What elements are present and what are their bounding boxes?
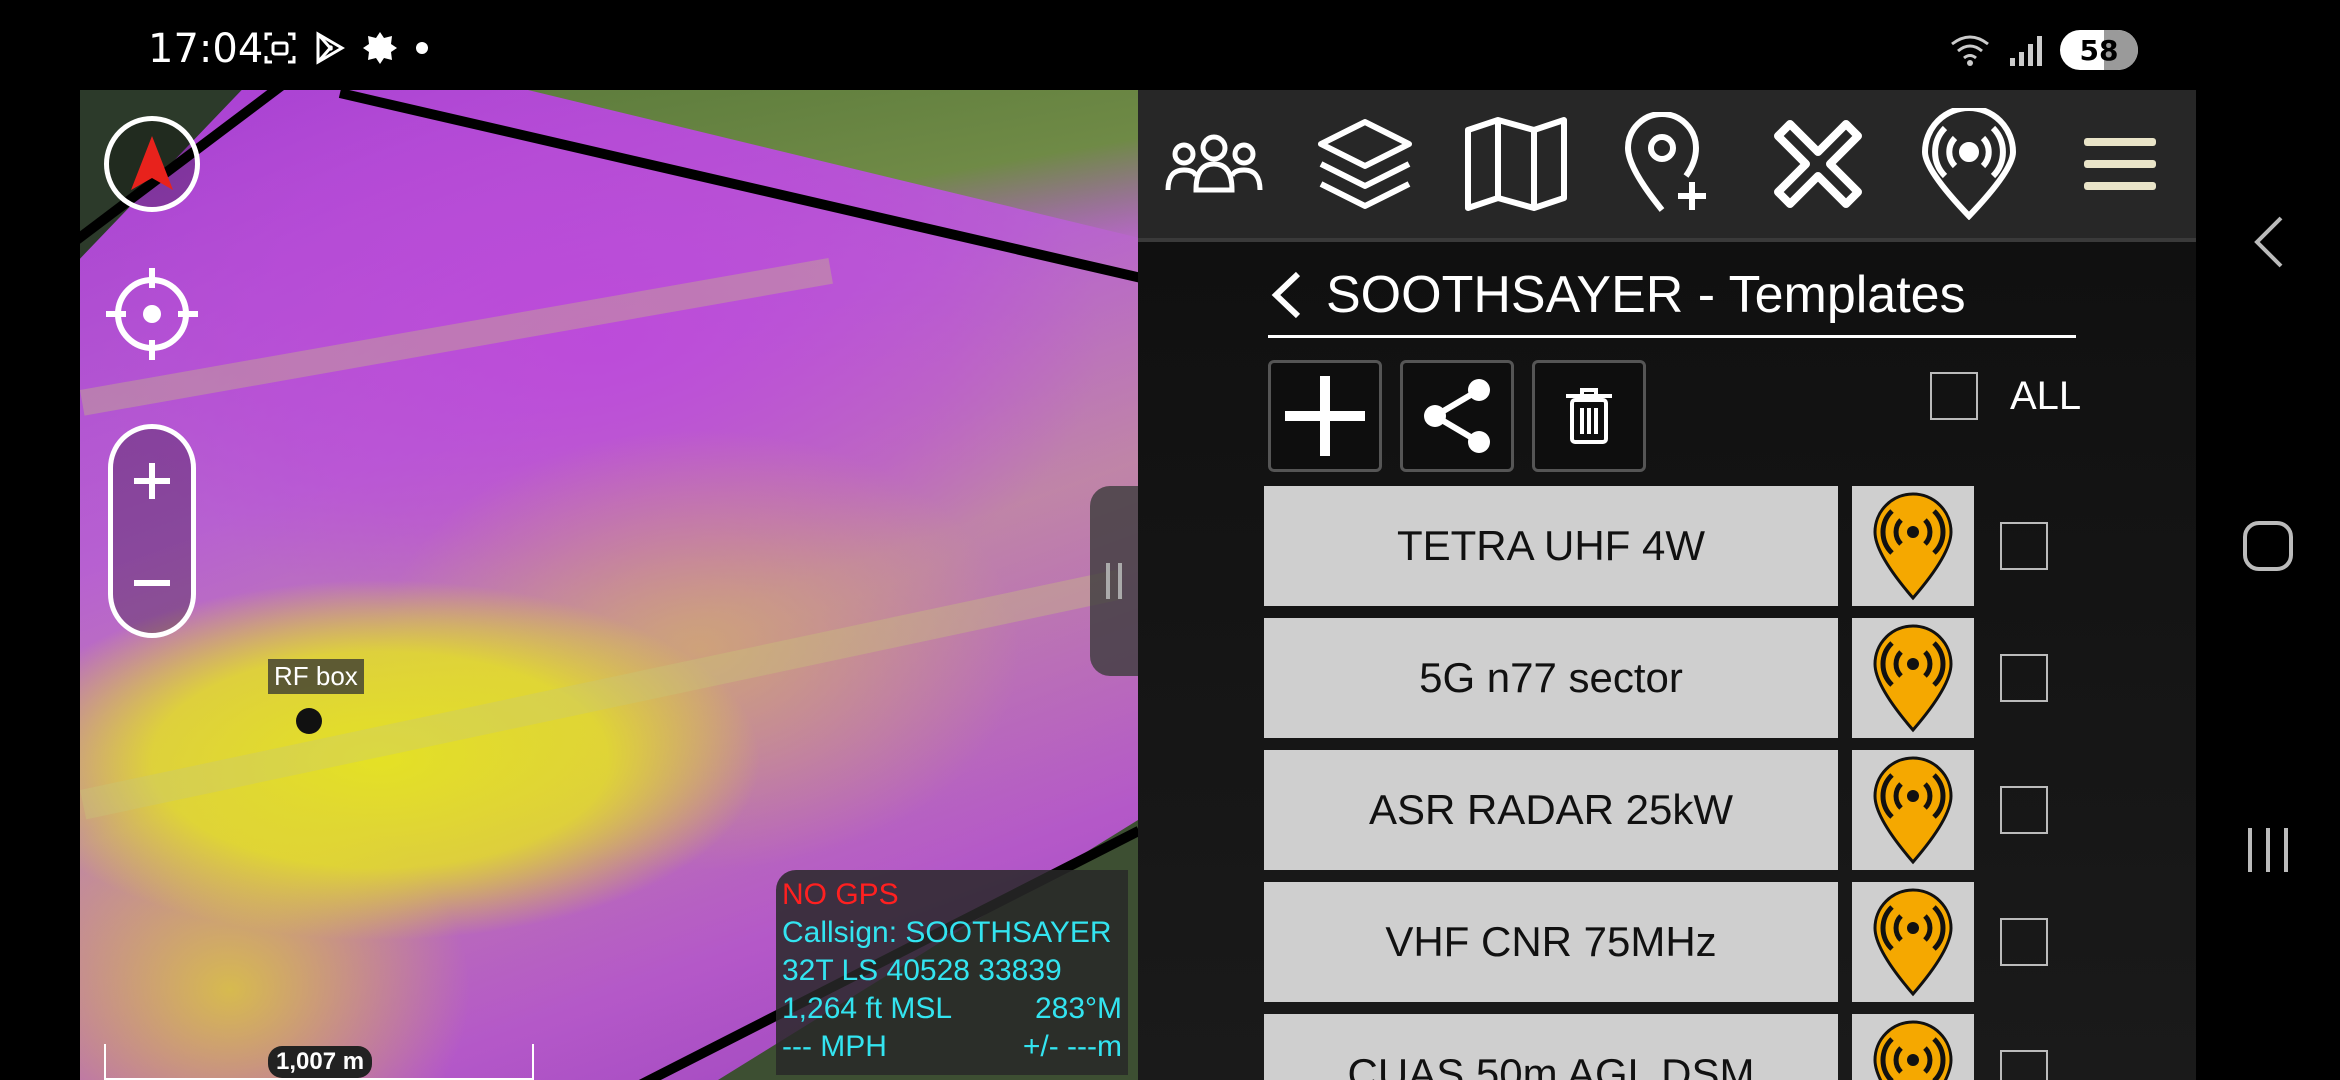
locate-button[interactable] bbox=[104, 266, 200, 362]
drag-handle-icon bbox=[1106, 563, 1122, 599]
speed: --- MPH bbox=[782, 1030, 887, 1063]
templates-panel: SOOTHSAYER - Templates ALL TETRA UHF 4W 5… bbox=[1138, 238, 2196, 1080]
template-checkbox[interactable] bbox=[2000, 522, 2048, 570]
zoom-control bbox=[108, 424, 196, 638]
play-store-icon bbox=[316, 31, 345, 65]
marker-label: RF box bbox=[268, 659, 364, 694]
signal-icon bbox=[2010, 36, 2042, 66]
plus-icon bbox=[1285, 376, 1365, 456]
template-checkbox[interactable] bbox=[2000, 786, 2048, 834]
minus-icon bbox=[134, 580, 170, 586]
navigation-bar bbox=[2196, 90, 2340, 1080]
add-point-icon bbox=[1624, 112, 1706, 212]
home-nav-icon bbox=[2243, 521, 2293, 571]
layers-button[interactable] bbox=[1289, 90, 1440, 238]
share-icon bbox=[1424, 379, 1490, 453]
rf-box-marker[interactable] bbox=[296, 708, 322, 734]
toolbar bbox=[1138, 90, 2196, 238]
template-name[interactable]: TETRA UHF 4W bbox=[1264, 486, 1838, 606]
plus-icon bbox=[134, 463, 170, 499]
select-all[interactable]: ALL bbox=[1930, 372, 2081, 420]
soothsayer-pin-icon bbox=[1873, 1020, 1953, 1080]
gps-status: NO GPS bbox=[782, 878, 899, 911]
select-all-checkbox[interactable] bbox=[1930, 372, 1978, 420]
heading: 283°M bbox=[1034, 992, 1122, 1025]
list-item[interactable]: VHF CNR 75MHz bbox=[1264, 882, 2048, 1002]
template-pin[interactable] bbox=[1852, 1014, 1974, 1080]
template-checkbox[interactable] bbox=[2000, 918, 2048, 966]
compass-button[interactable] bbox=[104, 116, 200, 212]
scale-bar: 1,007 m bbox=[104, 1044, 534, 1080]
mgrs-coordinate: 32T LS 40528 33839 bbox=[782, 954, 1062, 987]
crosshair-icon bbox=[106, 268, 198, 360]
trash-icon bbox=[1566, 388, 1612, 444]
share-button[interactable] bbox=[1400, 360, 1514, 472]
recents-nav-button[interactable] bbox=[2236, 818, 2300, 882]
template-pin[interactable] bbox=[1852, 618, 1974, 738]
select-all-label: ALL bbox=[2010, 373, 2082, 418]
template-pin[interactable] bbox=[1852, 486, 1974, 606]
map-area-outside bbox=[528, 90, 1138, 240]
layers-icon bbox=[1317, 119, 1412, 209]
soothsayer-pin-icon bbox=[1873, 624, 1953, 733]
page-title: SOOTHSAYER - Templates bbox=[1326, 265, 1966, 324]
template-pin[interactable] bbox=[1852, 882, 1974, 1002]
back-icon[interactable] bbox=[1268, 270, 1304, 320]
list-item[interactable]: 5G n77 sector bbox=[1264, 618, 2048, 738]
map-button[interactable] bbox=[1440, 90, 1591, 238]
soothsayer-pin-icon bbox=[1873, 888, 1953, 997]
recents-nav-icon bbox=[2248, 828, 2288, 872]
wifi-icon bbox=[1951, 35, 1989, 66]
callsign: Callsign: SOOTHSAYER bbox=[782, 916, 1112, 949]
template-name[interactable]: CUAS 50m AGL DSM bbox=[1264, 1014, 1838, 1080]
template-checkbox[interactable] bbox=[2000, 654, 2048, 702]
home-nav-button[interactable] bbox=[2236, 514, 2300, 578]
template-checkbox[interactable] bbox=[2000, 1050, 2048, 1080]
drawer-handle[interactable] bbox=[1090, 486, 1138, 676]
template-name[interactable]: VHF CNR 75MHz bbox=[1264, 882, 1838, 1002]
back-nav-icon bbox=[2254, 216, 2283, 268]
soothsayer-pin-icon bbox=[1873, 756, 1953, 865]
menu-button[interactable] bbox=[2045, 90, 2196, 238]
list-item[interactable]: CUAS 50m AGL DSM bbox=[1264, 1014, 2048, 1080]
close-button[interactable] bbox=[1743, 90, 1894, 238]
back-nav-button[interactable] bbox=[2236, 210, 2300, 274]
list-item[interactable]: TETRA UHF 4W bbox=[1264, 486, 2048, 606]
contacts-button[interactable] bbox=[1138, 90, 1289, 238]
north-arrow-icon bbox=[131, 136, 173, 190]
add-template-button[interactable] bbox=[1268, 360, 1382, 472]
list-item[interactable]: ASR RADAR 25kW bbox=[1264, 750, 2048, 870]
contacts-icon bbox=[1165, 134, 1263, 193]
position-info-panel: NO GPS Callsign: SOOTHSAYER 32T LS 40528… bbox=[776, 870, 1128, 1075]
template-name[interactable]: 5G n77 sector bbox=[1264, 618, 1838, 738]
zoom-out-button[interactable] bbox=[113, 533, 191, 633]
dot-icon bbox=[416, 42, 428, 54]
delete-button[interactable] bbox=[1532, 360, 1646, 472]
altitude: 1,264 ft MSL bbox=[782, 992, 953, 1025]
screenshot-icon bbox=[264, 32, 296, 64]
clock: 17:04 bbox=[148, 26, 264, 72]
map-view[interactable]: RF box NO GPS Callsign: SOOTHSAYER 32T L… bbox=[80, 90, 1138, 1080]
close-icon bbox=[1774, 120, 1863, 208]
zoom-in-button[interactable] bbox=[113, 431, 191, 531]
battery-icon: 58 bbox=[2060, 30, 2138, 70]
accuracy: +/- ---m bbox=[1022, 1030, 1122, 1063]
status-bar: 17:04 58 bbox=[0, 0, 2340, 90]
template-name[interactable]: ASR RADAR 25kW bbox=[1264, 750, 1838, 870]
scale-label: 1,007 m bbox=[268, 1046, 373, 1078]
template-pin[interactable] bbox=[1852, 750, 1974, 870]
soothsayer-pin-icon bbox=[1873, 492, 1953, 601]
map-icon bbox=[1464, 117, 1567, 211]
soothsayer-icon bbox=[1922, 108, 2017, 220]
add-point-button[interactable] bbox=[1591, 90, 1742, 238]
menu-icon bbox=[2084, 138, 2157, 190]
settings-badge-icon bbox=[363, 32, 397, 64]
runway bbox=[80, 569, 1124, 820]
soothsayer-button[interactable] bbox=[1894, 90, 2045, 238]
panel-header: SOOTHSAYER - Templates bbox=[1268, 254, 2076, 338]
